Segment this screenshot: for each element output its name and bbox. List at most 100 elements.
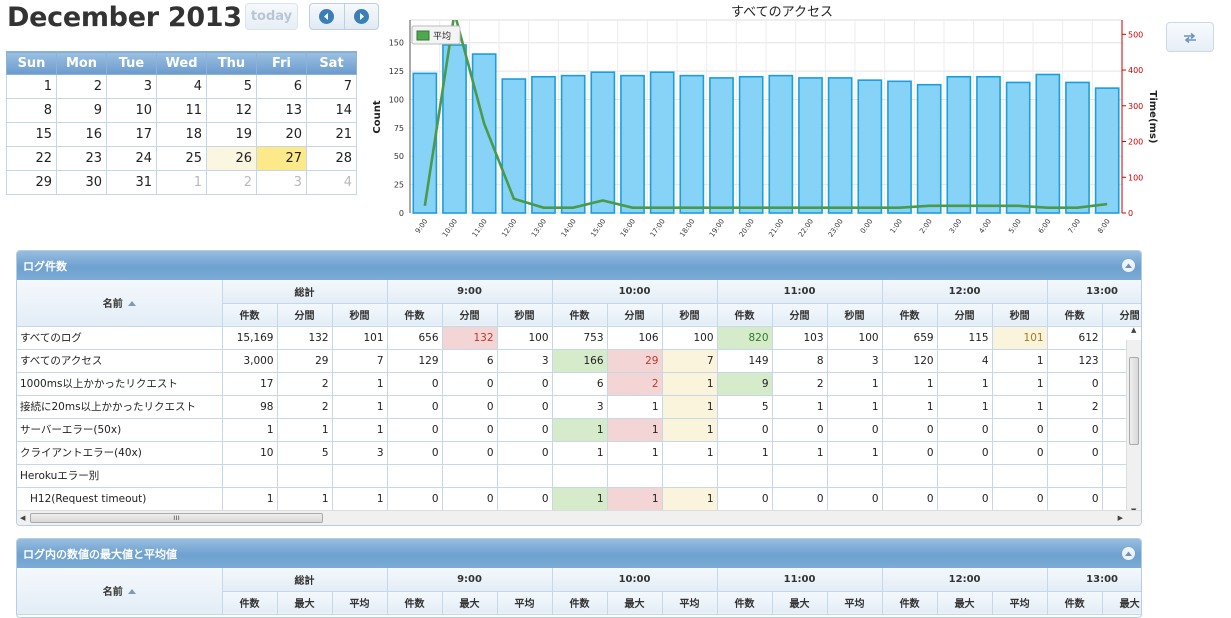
calendar-day[interactable]: 26 <box>206 146 257 171</box>
table-cell: 2 <box>772 372 828 396</box>
column-subheader[interactable]: 件数 <box>222 591 278 615</box>
calendar-day[interactable]: 4 <box>156 74 207 99</box>
column-subheader[interactable]: 最大 <box>442 591 498 615</box>
calendar-day[interactable]: 9 <box>56 98 107 123</box>
calendar-day[interactable]: 3 <box>256 170 307 195</box>
calendar-day[interactable]: 7 <box>306 74 357 99</box>
column-subheader[interactable]: 最大 <box>607 591 663 615</box>
calendar-day[interactable]: 19 <box>206 122 257 147</box>
calendar-day[interactable]: 5 <box>206 74 257 99</box>
vertical-scrollbar[interactable]: ▲ ▼ <box>1126 326 1141 517</box>
table-row[interactable]: すべてのアクセス 3,000 29 7 129 6 3 166 29 7 149 8 3 120 4 1 123 <box>17 349 1141 373</box>
column-subheader[interactable]: 秒間 <box>992 303 1048 327</box>
x-tick-label: 2:00 <box>918 218 934 235</box>
table-row[interactable]: H12(Request timeout) 1 1 1 0 0 0 1 1 1 0 0 0 0 0 0 0 <box>17 487 1141 511</box>
column-subheader[interactable]: 件数 <box>1047 303 1103 327</box>
column-subheader[interactable]: 平均 <box>332 591 388 615</box>
scroll-thumb[interactable] <box>1129 357 1139 445</box>
column-subheader[interactable]: 最大 <box>277 591 333 615</box>
column-subheader[interactable]: 最大 <box>772 591 828 615</box>
column-subheader[interactable]: 件数 <box>222 303 278 327</box>
column-subheader[interactable]: 件数 <box>882 591 938 615</box>
table-row[interactable]: サーバーエラー(50x) 1 1 1 0 0 0 1 1 1 0 0 0 0 0 0 0 <box>17 418 1141 442</box>
calendar-day[interactable]: 14 <box>306 98 357 123</box>
column-subheader[interactable]: 最大 <box>1102 591 1141 615</box>
column-subheader[interactable]: 件数 <box>387 303 443 327</box>
column-subheader[interactable]: 秒間 <box>827 303 883 327</box>
calendar-day[interactable]: 2 <box>206 170 257 195</box>
prev-month-button[interactable] <box>310 4 344 29</box>
calendar-day[interactable]: 18 <box>156 122 207 147</box>
calendar-day[interactable]: 29 <box>6 170 57 195</box>
column-subheader[interactable]: 平均 <box>497 591 553 615</box>
calendar-day[interactable]: 21 <box>306 122 357 147</box>
column-subheader[interactable]: 分間 <box>442 303 498 327</box>
calendar-day[interactable]: 10 <box>106 98 157 123</box>
table-row[interactable]: 1000ms以上かかったリクエスト 17 2 1 0 0 0 6 2 1 9 2 1 1 1 1 0 <box>17 372 1141 396</box>
swap-view-button[interactable] <box>1166 22 1214 52</box>
column-subheader[interactable]: 分間 <box>937 303 993 327</box>
calendar-day[interactable]: 6 <box>256 74 307 99</box>
today-button[interactable]: today <box>245 3 298 30</box>
column-subheader[interactable]: 件数 <box>1047 591 1103 615</box>
calendar-day[interactable]: 1 <box>6 74 57 99</box>
column-header-name[interactable]: 名前 <box>17 568 223 615</box>
column-subheader[interactable]: 秒間 <box>497 303 553 327</box>
table-row[interactable]: Herokuエラー別 <box>17 464 1141 488</box>
horizontal-scrollbar[interactable]: ◀ ııı ▶ <box>17 510 1141 525</box>
calendar-day[interactable]: 25 <box>156 146 207 171</box>
calendar-day[interactable]: 17 <box>106 122 157 147</box>
table-row[interactable]: 接続に20ms以上かかったリクエスト 98 2 1 0 0 0 3 1 1 5 1 1 1 1 1 2 <box>17 395 1141 419</box>
column-subheader[interactable]: 最大 <box>937 591 993 615</box>
scroll-left-icon[interactable]: ◀ <box>20 511 25 525</box>
calendar-day[interactable]: 24 <box>106 146 157 171</box>
scroll-right-icon[interactable]: ▶ <box>1118 511 1123 525</box>
calendar-day[interactable]: 31 <box>106 170 157 195</box>
calendar-day[interactable]: 15 <box>6 122 57 147</box>
column-subheader[interactable]: 平均 <box>827 591 883 615</box>
table-cell: 1 <box>662 418 718 442</box>
calendar-day[interactable]: 3 <box>106 74 157 99</box>
column-subheader[interactable]: 分間 <box>277 303 333 327</box>
column-subheader[interactable]: 件数 <box>717 591 773 615</box>
column-subheader[interactable]: 件数 <box>552 303 608 327</box>
calendar-day[interactable]: 1 <box>156 170 207 195</box>
table-cell: 132 <box>442 326 498 350</box>
collapse-up-icon[interactable] <box>1122 547 1135 560</box>
column-subheader[interactable]: 平均 <box>992 591 1048 615</box>
table-row[interactable]: すべてのログ 15,169 132 101 656 132 100 753 106 100 820 1… <box>17 326 1141 350</box>
column-subheader[interactable]: 件数 <box>882 303 938 327</box>
calendar-day[interactable]: 2 <box>56 74 107 99</box>
column-subheader[interactable]: 件数 <box>387 591 443 615</box>
scroll-up-icon[interactable]: ▲ <box>1131 323 1136 338</box>
calendar-day[interactable]: 23 <box>56 146 107 171</box>
calendar-day[interactable]: 12 <box>206 98 257 123</box>
calendar-day[interactable]: 28 <box>306 146 357 171</box>
scroll-thumb[interactable]: ııı <box>30 513 323 523</box>
collapse-up-icon[interactable] <box>1122 259 1135 272</box>
column-subheader[interactable]: 秒間 <box>662 303 718 327</box>
table-cell: 0 <box>827 418 883 442</box>
column-subheader[interactable]: 件数 <box>552 591 608 615</box>
calendar-day[interactable]: 4 <box>306 170 357 195</box>
calendar-day[interactable]: 11 <box>156 98 207 123</box>
column-subheader[interactable]: 分間 <box>607 303 663 327</box>
calendar-day[interactable]: 27 <box>256 146 307 171</box>
calendar-day[interactable]: 8 <box>6 98 57 123</box>
table-cell: 0 <box>497 441 553 465</box>
panel-title: ログ内の数値の最大値と平均値 <box>23 547 177 561</box>
column-subheader[interactable]: 件数 <box>717 303 773 327</box>
table-row[interactable]: クライアントエラー(40x) 10 5 3 0 0 0 1 1 1 1 1 1 0 0 0 0 <box>17 441 1141 465</box>
calendar-day[interactable]: 20 <box>256 122 307 147</box>
column-header-name[interactable]: 名前 <box>17 280 223 327</box>
column-subheader[interactable]: 分間 <box>772 303 828 327</box>
log-values-panel-header[interactable]: ログ内の数値の最大値と平均値 <box>17 539 1141 568</box>
calendar-day[interactable]: 22 <box>6 146 57 171</box>
column-subheader[interactable]: 平均 <box>662 591 718 615</box>
calendar-day[interactable]: 16 <box>56 122 107 147</box>
table-cell: 0 <box>992 441 1048 465</box>
column-subheader[interactable]: 秒間 <box>332 303 388 327</box>
calendar-day[interactable]: 30 <box>56 170 107 195</box>
calendar-day[interactable]: 13 <box>256 98 307 123</box>
log-count-panel-header[interactable]: ログ件数 <box>17 251 1141 280</box>
